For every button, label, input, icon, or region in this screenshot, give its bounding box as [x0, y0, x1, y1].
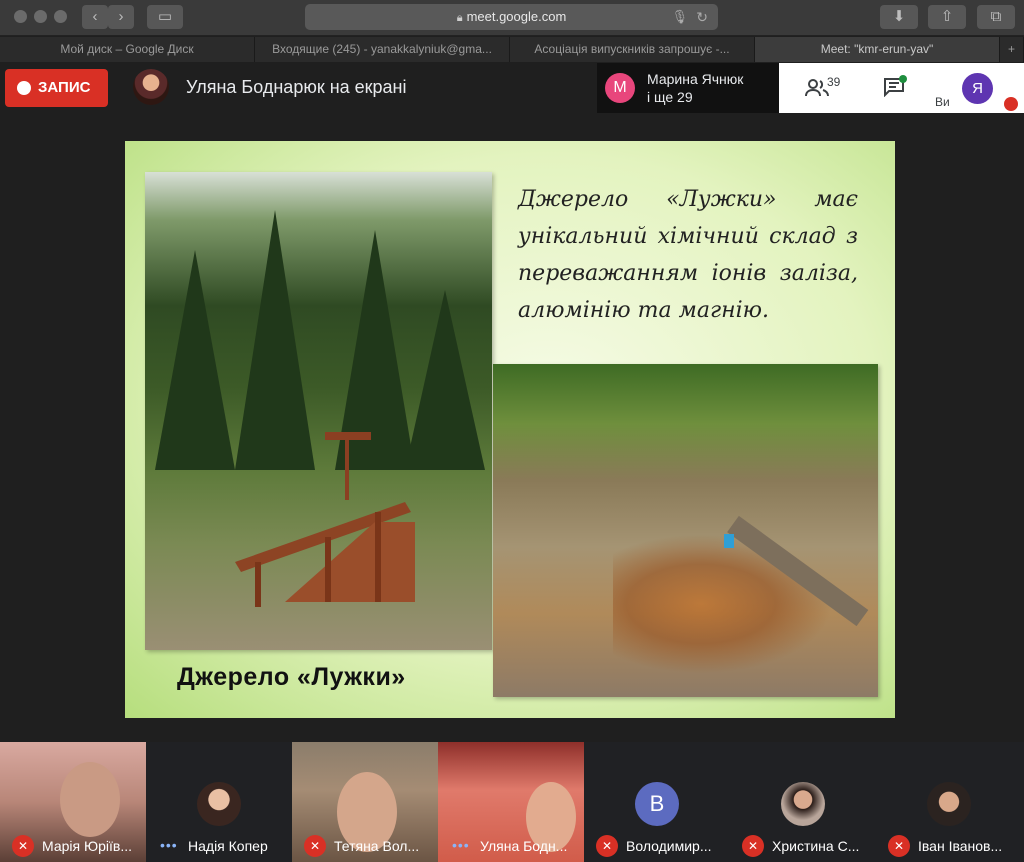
meeting-controls-panel: 39 Ви Я	[779, 63, 1024, 113]
microphone-icon[interactable]: 🎙︎	[671, 4, 688, 30]
join-notification[interactable]: М Марина Ячнюк і ще 29	[597, 63, 780, 113]
presenter-avatar	[133, 69, 169, 105]
share-icon: ⇧	[940, 8, 954, 25]
participant-tile[interactable]: ✕ Іван Іванов...	[876, 742, 1024, 862]
url-text: meet.google.com	[466, 9, 567, 24]
forest-stairs-photo	[145, 172, 492, 650]
speaking-indicator-icon: •••	[452, 837, 470, 853]
avatar	[781, 782, 825, 826]
mic-off-icon: ✕	[888, 835, 910, 857]
chevron-right-icon: ›	[118, 8, 124, 25]
tabs-icon: ⧉	[990, 8, 1002, 25]
back-button[interactable]: ‹	[82, 5, 108, 29]
chevron-left-icon: ‹	[92, 8, 98, 25]
address-bar[interactable]: 🔒︎ meet.google.com 🎙︎ ↻	[305, 4, 718, 30]
participant-name: Іван Іванов...	[918, 838, 1003, 854]
tab-meet[interactable]: Meet: "kmr-erun-yav"	[755, 37, 1000, 62]
participant-tile[interactable]: ✕ Христина С...	[730, 742, 876, 862]
recording-badge[interactable]: ЗАПИС	[5, 69, 108, 107]
chat-notification-dot	[899, 75, 907, 83]
participant-tile[interactable]: ••• Надія Копер	[146, 742, 292, 862]
participant-name: Володимир...	[626, 838, 712, 854]
notification-avatar: М	[605, 73, 635, 103]
avatar	[197, 782, 241, 826]
participant-name: Марія Юріїв...	[42, 838, 133, 854]
mic-off-icon: ✕	[742, 835, 764, 857]
mic-off-icon: ✕	[596, 835, 618, 857]
participant-tile[interactable]: ✕ Марія Юріїв...	[0, 742, 146, 862]
tab-overview-button[interactable]: ⧉	[977, 5, 1015, 29]
avatar: В	[635, 782, 679, 826]
participant-name: Христина С...	[772, 838, 860, 854]
tab-bar: Мой диск – Google Диск Входящие (245) - …	[0, 37, 1024, 62]
sidebar-button[interactable]: ▭	[147, 5, 183, 29]
record-dot-icon	[17, 81, 31, 95]
mic-off-icon: ✕	[304, 835, 326, 857]
mic-off-icon	[1004, 97, 1018, 111]
slide-caption: Джерело «Лужки»	[177, 663, 406, 691]
record-label: ЗАПИС	[38, 79, 91, 96]
sidebar-icon: ▭	[157, 8, 173, 25]
speaking-indicator-icon: •••	[160, 837, 178, 853]
wooden-stairs-illustration	[235, 432, 415, 607]
minimize-window-button[interactable]	[34, 10, 47, 23]
people-icon[interactable]	[805, 79, 829, 97]
mic-off-icon: ✕	[12, 835, 34, 857]
notification-others: і ще 29	[647, 89, 693, 105]
me-label: Ви	[935, 95, 950, 109]
notification-name: Марина Ячнюк	[647, 71, 744, 87]
spring-photo	[493, 364, 878, 697]
zoom-window-button[interactable]	[54, 10, 67, 23]
slide-text: Джерело «Лужки» має унікальний хімічний …	[518, 187, 858, 323]
tab-association[interactable]: Асоціація випускників запрошує -...	[510, 37, 755, 62]
presentation-slide: Джерело «Лужки» має унікальний хімічний …	[125, 141, 895, 718]
participants-count: 39	[827, 75, 841, 89]
close-window-button[interactable]	[14, 10, 27, 23]
plus-icon: +	[1007, 42, 1015, 56]
share-button[interactable]: ⇧	[928, 5, 966, 29]
participants-strip: ✕ Марія Юріїв... ••• Надія Копер ✕ Тетян…	[0, 742, 1024, 862]
avatar	[927, 782, 971, 826]
browser-toolbar: ‹ › ▭ 🔒︎ meet.google.com 🎙︎ ↻ ⬇ ⇧ ⧉	[0, 0, 1024, 36]
forward-button[interactable]: ›	[108, 5, 134, 29]
my-avatar[interactable]: Я	[962, 73, 993, 104]
new-tab-button[interactable]: +	[1000, 37, 1024, 62]
participant-name: Надія Копер	[188, 838, 268, 854]
lock-icon: 🔒︎	[456, 12, 463, 24]
reload-icon[interactable]: ↻	[696, 4, 708, 30]
participant-name: Тетяна Вол...	[334, 838, 420, 854]
tab-google-drive[interactable]: Мой диск – Google Диск	[0, 37, 255, 62]
presenting-text: Уляна Боднарюк на екрані	[186, 77, 407, 97]
participant-tile[interactable]: ••• Уляна Бодн...	[438, 742, 584, 862]
participant-name: Уляна Бодн...	[480, 838, 568, 854]
download-icon: ⬇	[892, 8, 906, 25]
participant-tile[interactable]: ✕ Тетяна Вол...	[292, 742, 438, 862]
tab-inbox[interactable]: Входящие (245) - yanakkalyniuk@gma...	[255, 37, 510, 62]
participant-tile[interactable]: В ✕ Володимир...	[584, 742, 730, 862]
downloads-button[interactable]: ⬇	[880, 5, 918, 29]
